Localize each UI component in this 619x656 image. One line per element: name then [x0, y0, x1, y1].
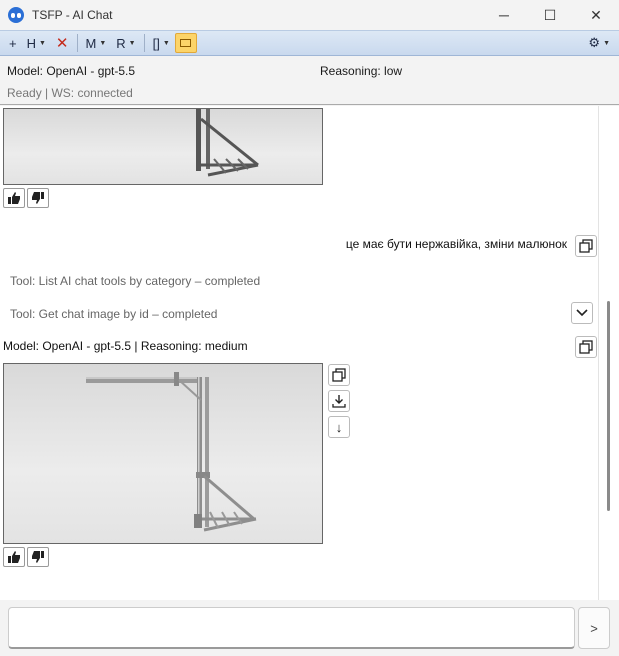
h-label: H: [26, 35, 36, 51]
brackets-dropdown-button[interactable]: [] ▼: [148, 33, 175, 53]
generated-image[interactable]: [3, 363, 323, 544]
maximize-button[interactable]: ☐: [527, 0, 573, 30]
title-bar: TSFP - AI Chat ─ ☐ ✕: [0, 0, 619, 30]
info-bar: Model: OpenAI - gpt-5.5 Reasoning: low R…: [0, 57, 619, 105]
stand-image-dark: [196, 109, 259, 177]
thumbs-down-icon: [32, 192, 44, 204]
scrollbar-thumb[interactable]: [607, 301, 610, 511]
toolbar: + H ▼ ✕ M ▼ R ▼ [] ▼ ⚙ ▼: [0, 30, 619, 56]
chevron-down-icon: ▼: [128, 39, 136, 47]
r-label: R: [116, 35, 126, 51]
chevron-down-icon: ▼: [162, 39, 170, 47]
reasoning-label: Reasoning: low: [320, 64, 403, 78]
toolbar-separator: [143, 34, 145, 52]
delete-chat-button[interactable]: ✕: [51, 33, 74, 53]
chevron-down-icon: ▼: [38, 39, 46, 47]
chat-area[interactable]: це має бути нержавійка, зміни малюнок To…: [0, 106, 619, 600]
h-dropdown-button[interactable]: H ▼: [22, 33, 51, 53]
thumbs-up-icon: [8, 192, 20, 204]
gear-icon: ⚙: [588, 35, 601, 50]
chevron-down-icon: [576, 309, 588, 317]
copy-image-button[interactable]: [328, 364, 350, 386]
download-image-button[interactable]: [328, 390, 350, 412]
m-dropdown-button[interactable]: M ▼: [81, 33, 112, 53]
tool-status-line: Tool: List AI chat tools by category – c…: [10, 274, 261, 288]
thumbs-down-icon: [32, 551, 44, 563]
status-label: Ready | WS: connected: [7, 86, 133, 100]
r-dropdown-button[interactable]: R ▼: [111, 33, 140, 53]
chevron-down-icon: ▼: [603, 39, 610, 47]
toolbar-separator: [76, 34, 78, 52]
layout-toggle-button[interactable]: [174, 33, 197, 53]
expand-tools-button[interactable]: [571, 302, 593, 324]
window-controls: ─ ☐ ✕: [481, 0, 619, 30]
chevron-down-icon: ▼: [99, 39, 107, 47]
copy-icon: [332, 368, 346, 382]
close-window-button[interactable]: ✕: [573, 0, 619, 30]
m-label: M: [85, 35, 97, 51]
copy-user-message-button[interactable]: [575, 235, 597, 257]
app-logo-icon: [8, 7, 24, 23]
thumbs-up-button[interactable]: [3, 547, 25, 567]
generated-image-previous[interactable]: [3, 108, 323, 185]
response-model-caption: Model: OpenAI - gpt-5.5 | Reasoning: med…: [3, 339, 248, 353]
thumbs-up-icon: [8, 551, 20, 563]
new-chat-button[interactable]: +: [4, 33, 22, 53]
thumbs-down-button[interactable]: [27, 547, 49, 567]
send-button[interactable]: >: [578, 607, 610, 649]
copy-response-button[interactable]: [575, 336, 597, 358]
message-input[interactable]: [8, 607, 575, 649]
window-title: TSFP - AI Chat: [32, 8, 113, 22]
settings-dropdown-button[interactable]: ⚙ ▼: [583, 33, 615, 53]
model-label: Model: OpenAI - gpt-5.5: [7, 64, 136, 78]
minimize-button[interactable]: ─: [481, 0, 527, 30]
input-bar: >: [0, 600, 619, 656]
stand-image-steel: [86, 372, 257, 532]
copy-icon: [579, 239, 593, 253]
copy-icon: [579, 340, 593, 354]
download-icon: [332, 395, 346, 408]
arrow-down-icon: ↓: [335, 419, 343, 435]
thumbs-down-button[interactable]: [27, 188, 49, 208]
thumbs-up-button[interactable]: [3, 188, 25, 208]
scrollbar-track: [598, 106, 599, 600]
rectangle-icon: [180, 39, 192, 47]
tool-status-line: Tool: Get chat image by id – completed: [10, 307, 218, 321]
scroll-down-button[interactable]: ↓: [328, 416, 350, 438]
brackets-label: []: [152, 35, 160, 51]
user-message: це має бути нержавійка, зміни малюнок: [345, 237, 567, 251]
